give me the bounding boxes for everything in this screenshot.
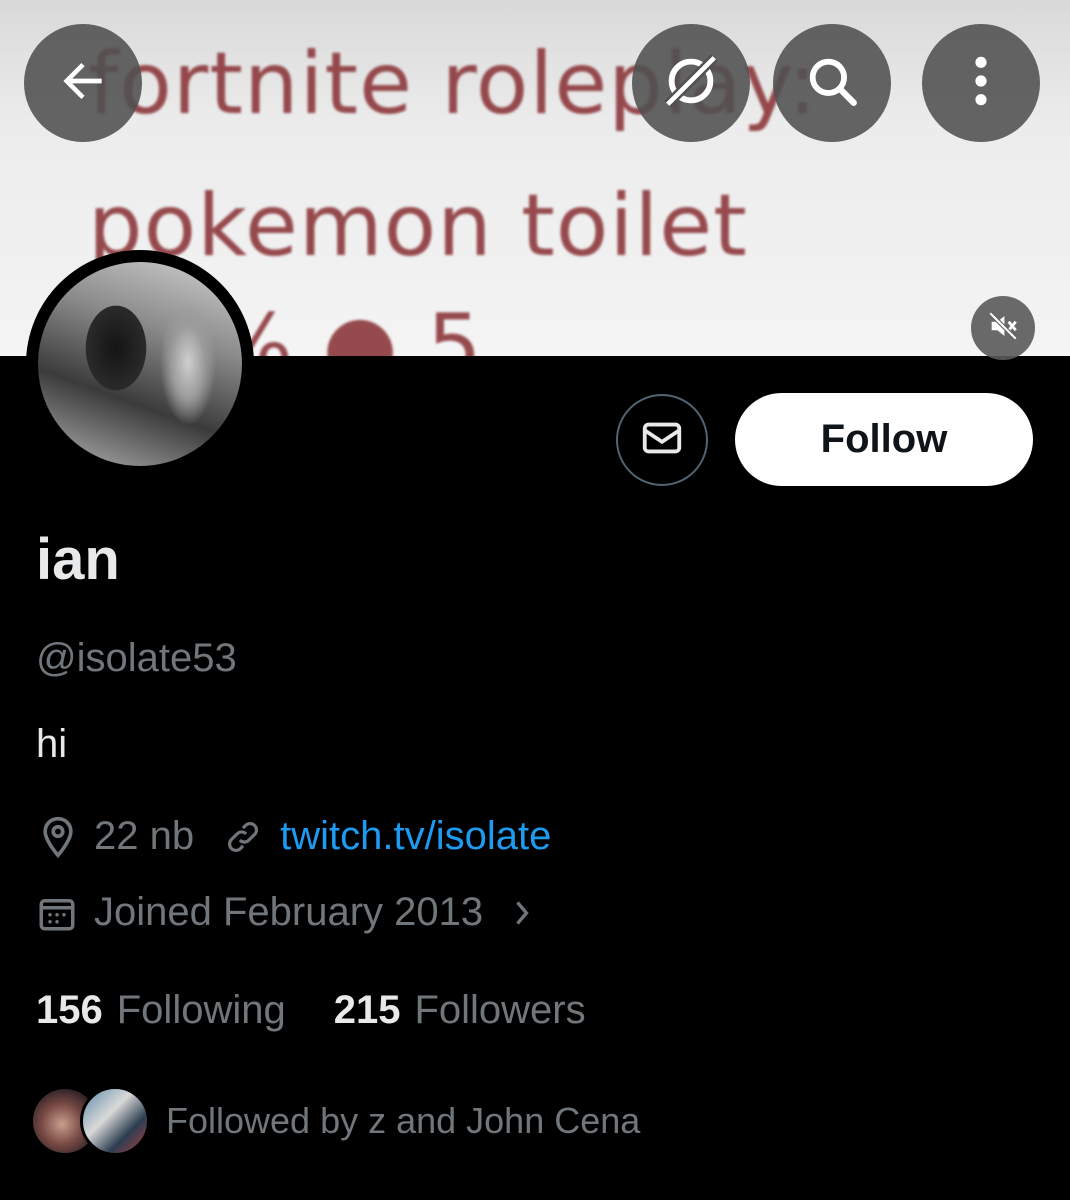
joined-row[interactable]: Joined February 2013 [36,890,537,935]
followers-count: 215 [333,988,401,1032]
bio: hi [36,722,68,766]
following-label: Following [116,988,286,1032]
muted-speaker-icon [986,309,1020,348]
link-icon [224,818,262,856]
follow-button[interactable]: Follow [735,393,1033,486]
chevron-right-icon [507,895,537,931]
display-name: ian [36,527,120,592]
website-link[interactable]: twitch.tv/isolate [280,814,551,859]
follower-avatar [80,1086,150,1156]
back-button[interactable] [24,24,142,142]
followed-by-row[interactable]: Followed by z and John Cena [30,1086,640,1156]
unmute-button[interactable] [971,296,1035,360]
location-pin-icon [36,815,80,859]
following-count: 156 [36,988,103,1032]
more-vertical-icon [961,53,1001,114]
profile-avatar[interactable] [26,250,254,478]
location-text: 22 nb [94,814,195,858]
profile-meta-row: 22 nb twitch.tv/isolate [36,814,551,859]
grok-icon [660,50,722,117]
avatar-image [38,262,242,466]
following-stat[interactable]: 156 Following [36,988,286,1033]
arrow-left-icon [55,53,111,114]
follow-stats: 156 Following 215 Followers [36,988,634,1033]
followers-label: Followers [414,988,586,1032]
search-icon [803,52,861,115]
followed-by-text: Followed by z and John Cena [166,1100,641,1141]
mail-icon [639,415,685,466]
calendar-icon [36,892,78,934]
grok-button[interactable] [632,24,750,142]
message-button[interactable] [616,394,708,486]
search-button[interactable] [773,24,891,142]
joined-date: Joined February 2013 [94,890,484,934]
user-handle: @isolate53 [36,636,237,680]
followers-stat[interactable]: 215 Followers [334,988,586,1033]
more-options-button[interactable] [922,24,1040,142]
